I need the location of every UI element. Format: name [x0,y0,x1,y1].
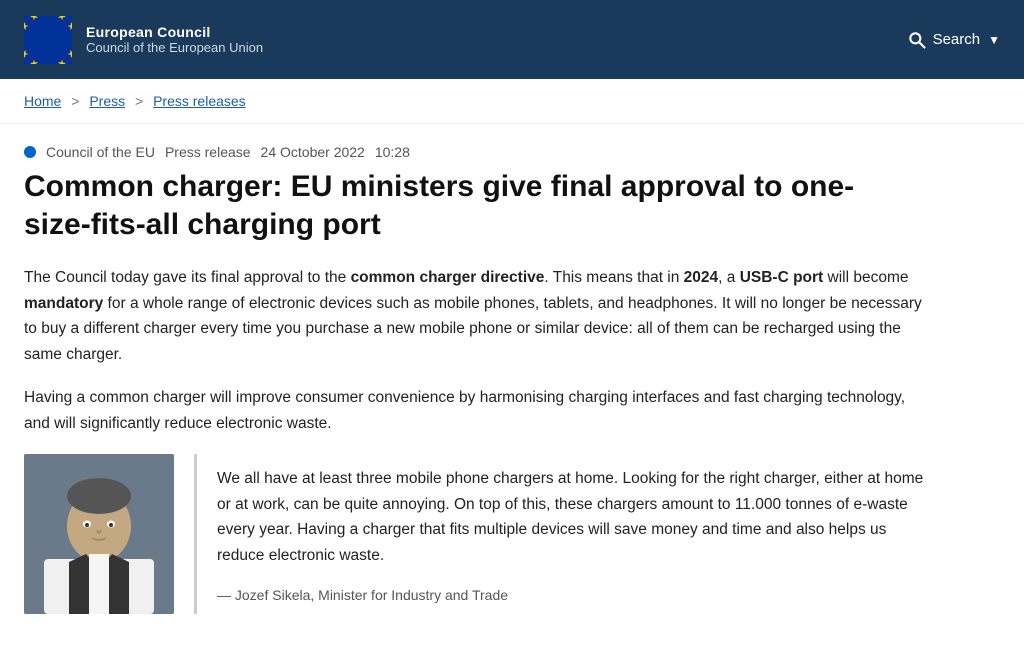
quote-text: We all have at least three mobile phone … [217,466,924,568]
breadcrumb-home[interactable]: Home [24,93,61,109]
quote-attribution: — Jozef Sikela, Minister for Industry an… [217,587,924,603]
search-label: Search [933,31,981,48]
meta-source: Council of the EU [46,144,155,160]
breadcrumb-separator-1: > [71,93,79,109]
minister-photo [24,454,174,614]
quote-block: We all have at least three mobile phone … [24,454,924,614]
search-button[interactable]: Search ▼ [907,30,1000,50]
para1-bold3: USB-C port [740,269,824,286]
header-line1: European Council [86,24,263,40]
meta-date: 24 October 2022 [261,144,365,160]
meta-time: 10:28 [375,144,410,160]
header-org-text: European Council Council of the European… [86,24,263,55]
article-meta: Council of the EU Press release 24 Octob… [0,124,1024,168]
site-header: European Council Council of the European… [0,0,1024,79]
para1-bold1: common charger directive [351,269,545,286]
para1-bold4: mandatory [24,295,103,312]
para1-text1: The Council today gave its final approva… [24,269,351,286]
para1-text2: . This means that in [544,269,683,286]
breadcrumb-separator-2: > [135,93,143,109]
para1-bold2: 2024 [684,269,718,286]
meta-dot-icon [24,146,36,158]
header-logo-area: European Council Council of the European… [24,16,263,64]
article-paragraph-1: The Council today gave its final approva… [24,265,924,367]
article-content: The Council today gave its final approva… [24,265,1000,614]
header-line2: Council of the European Union [86,40,263,55]
minister-portrait-icon [24,454,174,614]
breadcrumb-press[interactable]: Press [89,93,125,109]
eu-flag-icon [24,16,72,64]
breadcrumb-press-releases[interactable]: Press releases [153,93,246,109]
para1-text4: will become [823,269,908,286]
meta-type: Press release [165,144,251,160]
para1-text5: for a whole range of electronic devices … [24,295,922,363]
breadcrumb: Home > Press > Press releases [0,79,1024,124]
search-icon [907,30,927,50]
article-body: Common charger: EU ministers give final … [0,168,1024,654]
para1-text3: , a [718,269,740,286]
quote-content: We all have at least three mobile phone … [194,454,924,614]
chevron-down-icon: ▼ [988,33,1000,47]
article-paragraph-2: Having a common charger will improve con… [24,385,924,436]
article-title: Common charger: EU ministers give final … [24,168,904,243]
